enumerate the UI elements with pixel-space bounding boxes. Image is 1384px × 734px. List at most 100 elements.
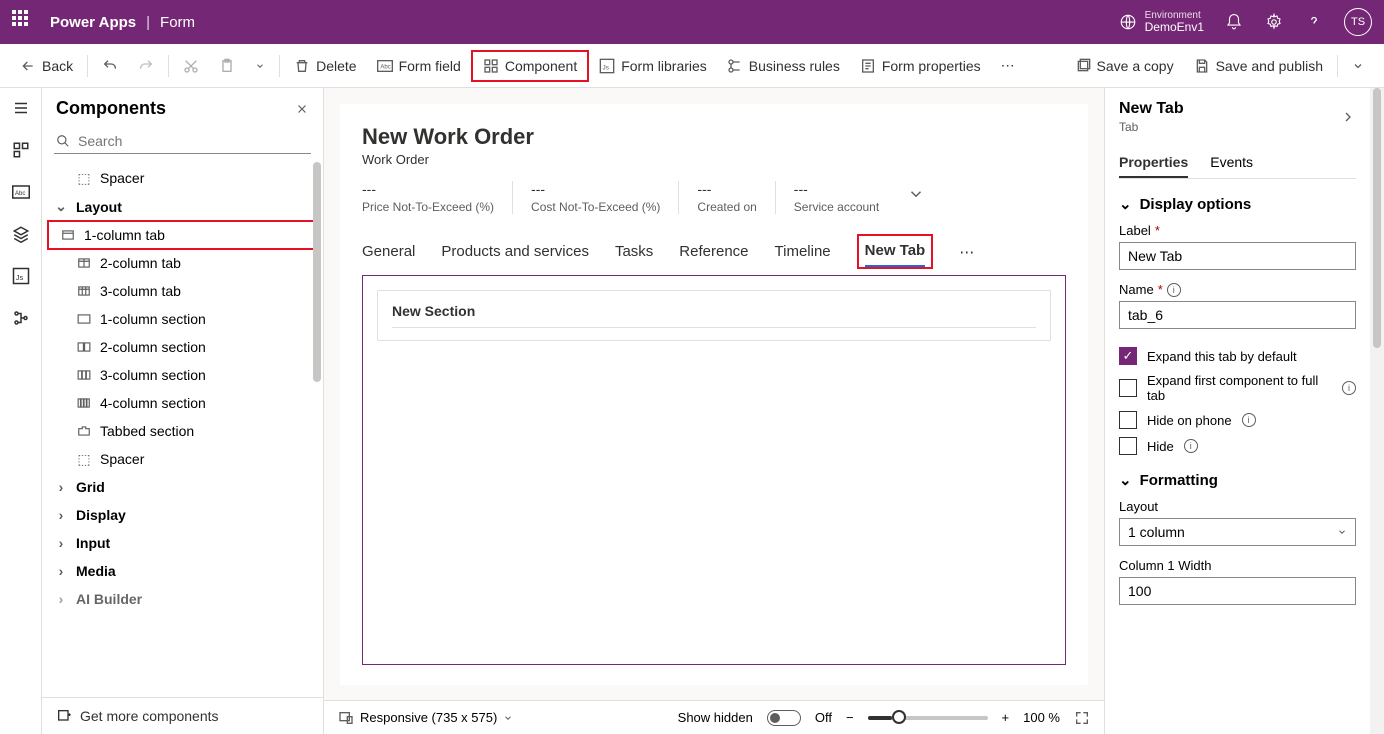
hide-checkbox[interactable]: Hidei: [1119, 437, 1356, 455]
paste-chevron[interactable]: [245, 55, 275, 77]
save-copy-button[interactable]: Save a copy: [1065, 52, 1184, 80]
right-scrollbar[interactable]: [1370, 88, 1384, 734]
input-group[interactable]: ›Input: [42, 529, 323, 557]
col1-width-input[interactable]: [1119, 577, 1356, 605]
show-hidden-label: Show hidden: [678, 710, 753, 725]
toggle-off-label: Off: [815, 710, 832, 725]
delete-button[interactable]: Delete: [284, 52, 366, 80]
component-button[interactable]: Component: [471, 50, 589, 82]
chevron-down-icon: [503, 713, 513, 723]
tabbed-section-item[interactable]: Tabbed section: [42, 417, 323, 445]
4-column-section-item[interactable]: 4-column section: [42, 389, 323, 417]
layout-group[interactable]: ⌄Layout: [42, 192, 323, 221]
expand-default-checkbox[interactable]: ✓Expand this tab by default: [1119, 347, 1356, 365]
js-icon: Js: [599, 58, 615, 74]
svg-text:Abc: Abc: [380, 64, 390, 70]
expand-panel-icon[interactable]: [1340, 109, 1356, 125]
kpi-cost: ---Cost Not-To-Exceed (%): [512, 181, 678, 214]
form-libraries-button[interactable]: Js Form libraries: [589, 52, 717, 80]
media-group[interactable]: ›Media: [42, 557, 323, 585]
undo-button[interactable]: [92, 52, 128, 80]
status-bar: Responsive (735 x 575) Show hidden Off −…: [324, 700, 1104, 734]
zoom-out-icon[interactable]: −: [846, 710, 854, 725]
help-icon[interactable]: [1304, 12, 1324, 32]
left-rail: Abc Js: [0, 88, 42, 734]
tab-content-area[interactable]: New Section: [362, 275, 1066, 665]
command-bar: Back Delete Abc Form field Component Js …: [0, 44, 1384, 88]
business-rules-button[interactable]: Business rules: [717, 52, 850, 80]
3-column-tab-item[interactable]: 3-column tab: [42, 277, 323, 305]
rules-icon: [727, 58, 743, 74]
spacer-item[interactable]: ⬚Spacer: [42, 164, 323, 192]
rp-sub: Tab: [1119, 120, 1184, 134]
fit-icon[interactable]: [1074, 710, 1090, 726]
tab-products[interactable]: Products and services: [441, 237, 589, 266]
tab-reference[interactable]: Reference: [679, 237, 748, 266]
info-icon[interactable]: i: [1342, 381, 1356, 395]
2-column-tab-item[interactable]: 2-column tab: [42, 249, 323, 277]
save-publish-chevron[interactable]: [1342, 54, 1374, 78]
more-commands[interactable]: ⋯: [991, 51, 1025, 80]
spacer-item-2[interactable]: ⬚Spacer: [42, 445, 323, 473]
kpi-chevron-icon[interactable]: [907, 181, 925, 203]
redo-button[interactable]: [128, 52, 164, 80]
name-input[interactable]: [1119, 301, 1356, 329]
section-card[interactable]: New Section: [377, 290, 1051, 341]
rp-title: New Tab: [1119, 100, 1184, 118]
1-column-tab-item[interactable]: 1-column tab: [48, 221, 317, 249]
zoom-in-icon[interactable]: +: [1002, 710, 1010, 725]
display-group[interactable]: ›Display: [42, 501, 323, 529]
info-icon[interactable]: i: [1242, 413, 1256, 427]
zoom-slider[interactable]: [868, 716, 988, 720]
info-icon[interactable]: i: [1167, 283, 1181, 297]
layout-select[interactable]: 1 column: [1119, 518, 1356, 546]
back-button[interactable]: Back: [10, 52, 83, 80]
info-icon[interactable]: i: [1184, 439, 1198, 453]
save-publish-button[interactable]: Save and publish: [1184, 52, 1333, 80]
tab-new[interactable]: New Tab: [865, 236, 926, 267]
notifications-icon[interactable]: [1224, 12, 1244, 32]
tree-scrollbar[interactable]: [313, 162, 321, 382]
user-avatar[interactable]: TS: [1344, 8, 1372, 36]
form-title: New Work Order: [362, 124, 1066, 150]
tab-general[interactable]: General: [362, 237, 415, 266]
3-column-section-item[interactable]: 3-column section: [42, 361, 323, 389]
hide-phone-checkbox[interactable]: Hide on phonei: [1119, 411, 1356, 429]
layers-rail-icon[interactable]: [7, 220, 35, 248]
cut-button[interactable]: [173, 52, 209, 80]
svg-text:Js: Js: [603, 64, 610, 71]
components-rail-icon[interactable]: [7, 136, 35, 164]
grid-group[interactable]: ›Grid: [42, 473, 323, 501]
component-icon: [483, 58, 499, 74]
rp-tab-properties[interactable]: Properties: [1119, 148, 1188, 178]
svg-text:Js: Js: [15, 273, 23, 282]
expand-first-checkbox[interactable]: Expand first component to full tabi: [1119, 373, 1356, 403]
abc-rail-icon[interactable]: Abc: [7, 178, 35, 206]
form-entity: Work Order: [362, 152, 1066, 167]
get-more-components[interactable]: Get more components: [42, 697, 323, 734]
show-hidden-toggle[interactable]: [767, 710, 801, 726]
tree-rail-icon[interactable]: [7, 304, 35, 332]
label-input[interactable]: [1119, 242, 1356, 270]
1-column-section-item[interactable]: 1-column section: [42, 305, 323, 333]
environment-picker[interactable]: Environment DemoEnv1: [1119, 10, 1204, 34]
hamburger-icon[interactable]: [7, 94, 35, 122]
waffle-icon[interactable]: [12, 10, 36, 34]
display-options-header[interactable]: ⌄Display options: [1119, 195, 1356, 213]
settings-icon[interactable]: [1264, 12, 1284, 32]
tab-tasks[interactable]: Tasks: [615, 237, 653, 266]
2-column-section-item[interactable]: 2-column section: [42, 333, 323, 361]
rp-tab-events[interactable]: Events: [1210, 148, 1253, 178]
paste-button[interactable]: [209, 52, 245, 80]
responsive-picker[interactable]: Responsive (735 x 575): [338, 710, 513, 726]
search-input[interactable]: [54, 129, 311, 154]
form-field-button[interactable]: Abc Form field: [367, 52, 471, 80]
form-properties-button[interactable]: Form properties: [850, 52, 991, 80]
tabs-more-icon[interactable]: ⋯: [959, 243, 974, 261]
name-field-label: Name*i: [1119, 282, 1356, 297]
close-panel-icon[interactable]: [295, 102, 309, 116]
tab-timeline[interactable]: Timeline: [775, 237, 831, 266]
ai-builder-group[interactable]: ›AI Builder: [42, 585, 323, 613]
formatting-header[interactable]: ⌄Formatting: [1119, 471, 1356, 489]
js-rail-icon[interactable]: Js: [7, 262, 35, 290]
